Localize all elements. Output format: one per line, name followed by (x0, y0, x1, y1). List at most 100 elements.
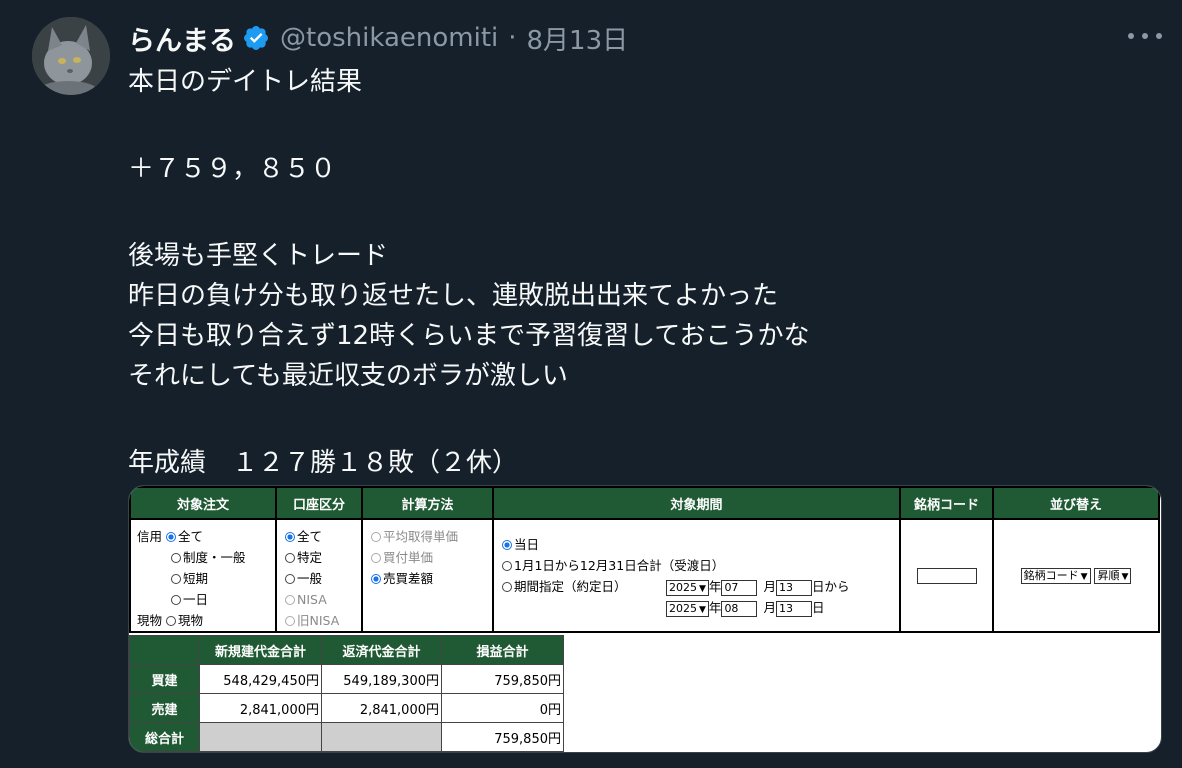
sort-order-select[interactable]: 昇順 ▼ (1094, 567, 1132, 584)
radio-cash[interactable] (166, 616, 176, 626)
pl-total: 759,850円 (441, 664, 564, 694)
period-cell: 当日 1月1日から12月31日合計（受渡日） 期間指定（約定日） 2025 ▼ 年 0… (492, 518, 901, 633)
radio-calc-avg (371, 532, 381, 542)
stock-code-input[interactable] (916, 567, 977, 584)
col-header: 損益合計 (441, 635, 564, 665)
repay-total: 549,189,300円 (321, 664, 442, 694)
option-label: 買付単価 (383, 550, 434, 565)
radio-period-range[interactable] (502, 582, 512, 592)
option-label: 旧NISA (297, 613, 340, 628)
option-label: 一日 (183, 592, 209, 607)
post-line: 後場も手堅くトレード (128, 241, 389, 271)
option-label: 平均取得単価 (383, 529, 459, 544)
option-label: 一般 (297, 571, 323, 586)
chevron-down-icon: ▼ (699, 583, 706, 594)
header-separator: · (508, 23, 517, 53)
radio-account-all[interactable] (285, 532, 295, 542)
option-label: 現物 (178, 613, 204, 628)
verified-badge-icon (244, 26, 268, 50)
row-label: 買建 (129, 664, 200, 694)
radio-account-ippan[interactable] (285, 574, 295, 584)
from-year-select[interactable]: 2025 ▼ (666, 579, 709, 596)
sort-field-select[interactable]: 銘柄コード ▼ (1020, 567, 1091, 584)
option-label: NISA (297, 592, 327, 607)
row-label: 総合計 (129, 722, 200, 752)
radio-account-nisa (285, 595, 295, 605)
unit-label: 日から (811, 579, 850, 594)
col-header: 口座区分 (275, 486, 363, 520)
from-month-input[interactable]: 07 (721, 579, 758, 596)
new-total (199, 722, 322, 752)
option-label: 売買差額 (383, 571, 434, 586)
post-line: ＋７５９，８５０ (128, 154, 337, 184)
col-header: 対象注文 (129, 486, 277, 520)
col-header: 並び替え (992, 486, 1160, 520)
to-year-select[interactable]: 2025 ▼ (666, 600, 709, 617)
calc-cell: 平均取得単価 買付単価 売買差額 (361, 518, 494, 633)
table-row: 売建 2,841,000円 2,841,000円 0円 (129, 693, 564, 723)
radio-period-today[interactable] (502, 540, 512, 550)
unit-label: 月 (763, 579, 776, 594)
post-line: 年成績 １２７勝１８敗（２休） (128, 448, 519, 478)
option-label: 制度・一般 (183, 550, 246, 565)
search-conditions-table: 対象注文 口座区分 計算方法 対象期間 銘柄コード 並び替え 信用 全て 制度・… (129, 486, 1160, 633)
col-header: 新規建代金合計 (199, 635, 322, 665)
unit-label: 年 (708, 600, 722, 615)
radio-credit-short[interactable] (171, 574, 181, 584)
post-header: らんまる @toshikaenomiti · 8月13日 (128, 18, 628, 58)
radio-credit-day[interactable] (171, 595, 181, 605)
credit-label: 信用 (137, 529, 163, 544)
option-label: 期間指定（約定日） (514, 579, 627, 594)
corner-cell (129, 635, 200, 665)
post-line: 本日のデイトレ結果 (128, 67, 363, 97)
col-header: 返済代金合計 (321, 635, 442, 665)
new-total: 2,841,000円 (199, 693, 322, 723)
option-label: 全て (297, 529, 323, 544)
chevron-down-icon: ▼ (1121, 571, 1129, 582)
radio-period-year[interactable] (502, 561, 512, 571)
author-handle[interactable]: @toshikaenomiti (280, 23, 498, 53)
option-label: 1月1日から12月31日合計（受渡日） (514, 558, 725, 573)
post-date[interactable]: 8月13日 (527, 20, 629, 57)
avatar[interactable] (32, 17, 110, 95)
order-cell: 信用 全て 制度・一般 短期 一日 現物 現物 (129, 518, 277, 633)
col-header: 対象期間 (492, 486, 901, 520)
option-label: 全て (178, 529, 204, 544)
radio-credit-seido[interactable] (171, 553, 181, 563)
col-header: 計算方法 (361, 486, 494, 520)
attached-image[interactable]: 対象注文 口座区分 計算方法 対象期間 銘柄コード 並び替え 信用 全て 制度・… (128, 485, 1162, 753)
col-header: 銘柄コード (899, 486, 994, 520)
post-line: 昨日の負け分も取り返せたし、連敗脱出出来てよかった (128, 281, 779, 311)
post-line: 今日も取り合えず12時くらいまで予習復習しておこうかな (128, 321, 810, 351)
option-label: 短期 (183, 571, 209, 586)
repay-total (321, 722, 442, 752)
pl-total: 0円 (441, 693, 564, 723)
repay-total: 2,841,000円 (321, 693, 442, 723)
unit-label: 年 (708, 579, 722, 594)
to-month-input[interactable]: 08 (721, 600, 758, 617)
more-options-icon[interactable] (1128, 24, 1162, 48)
unit-label: 月 (763, 600, 776, 615)
table-row: 総合計 759,850円 (129, 722, 564, 752)
radio-account-tokutei[interactable] (285, 553, 295, 563)
radio-credit-all[interactable] (166, 532, 176, 542)
cat-photo-icon (32, 17, 110, 95)
radio-calc-diff[interactable] (371, 574, 381, 584)
totals-table: 新規建代金合計 返済代金合計 損益合計 買建 548,429,450円 549,… (129, 635, 564, 752)
to-day-input[interactable]: 13 (775, 600, 812, 617)
radio-account-old-nisa (285, 616, 295, 626)
post-line: それにしても最近収支のボラが激しい (128, 361, 568, 391)
table-row: 買建 548,429,450円 549,189,300円 759,850円 (129, 664, 564, 694)
account-cell: 全て 特定 一般 NISA 旧NISA (275, 518, 363, 633)
chevron-down-icon: ▼ (699, 604, 706, 615)
option-label: 当日 (514, 537, 540, 552)
from-day-input[interactable]: 13 (775, 579, 812, 596)
code-cell (899, 518, 994, 633)
option-label: 特定 (297, 550, 323, 565)
chevron-down-icon: ▼ (1080, 571, 1088, 582)
post-text: 本日のデイトレ結果 ＋７５９，８５０ 後場も手堅くトレード 昨日の負け分も取り返… (128, 62, 1128, 483)
author-name[interactable]: らんまる (128, 19, 236, 58)
